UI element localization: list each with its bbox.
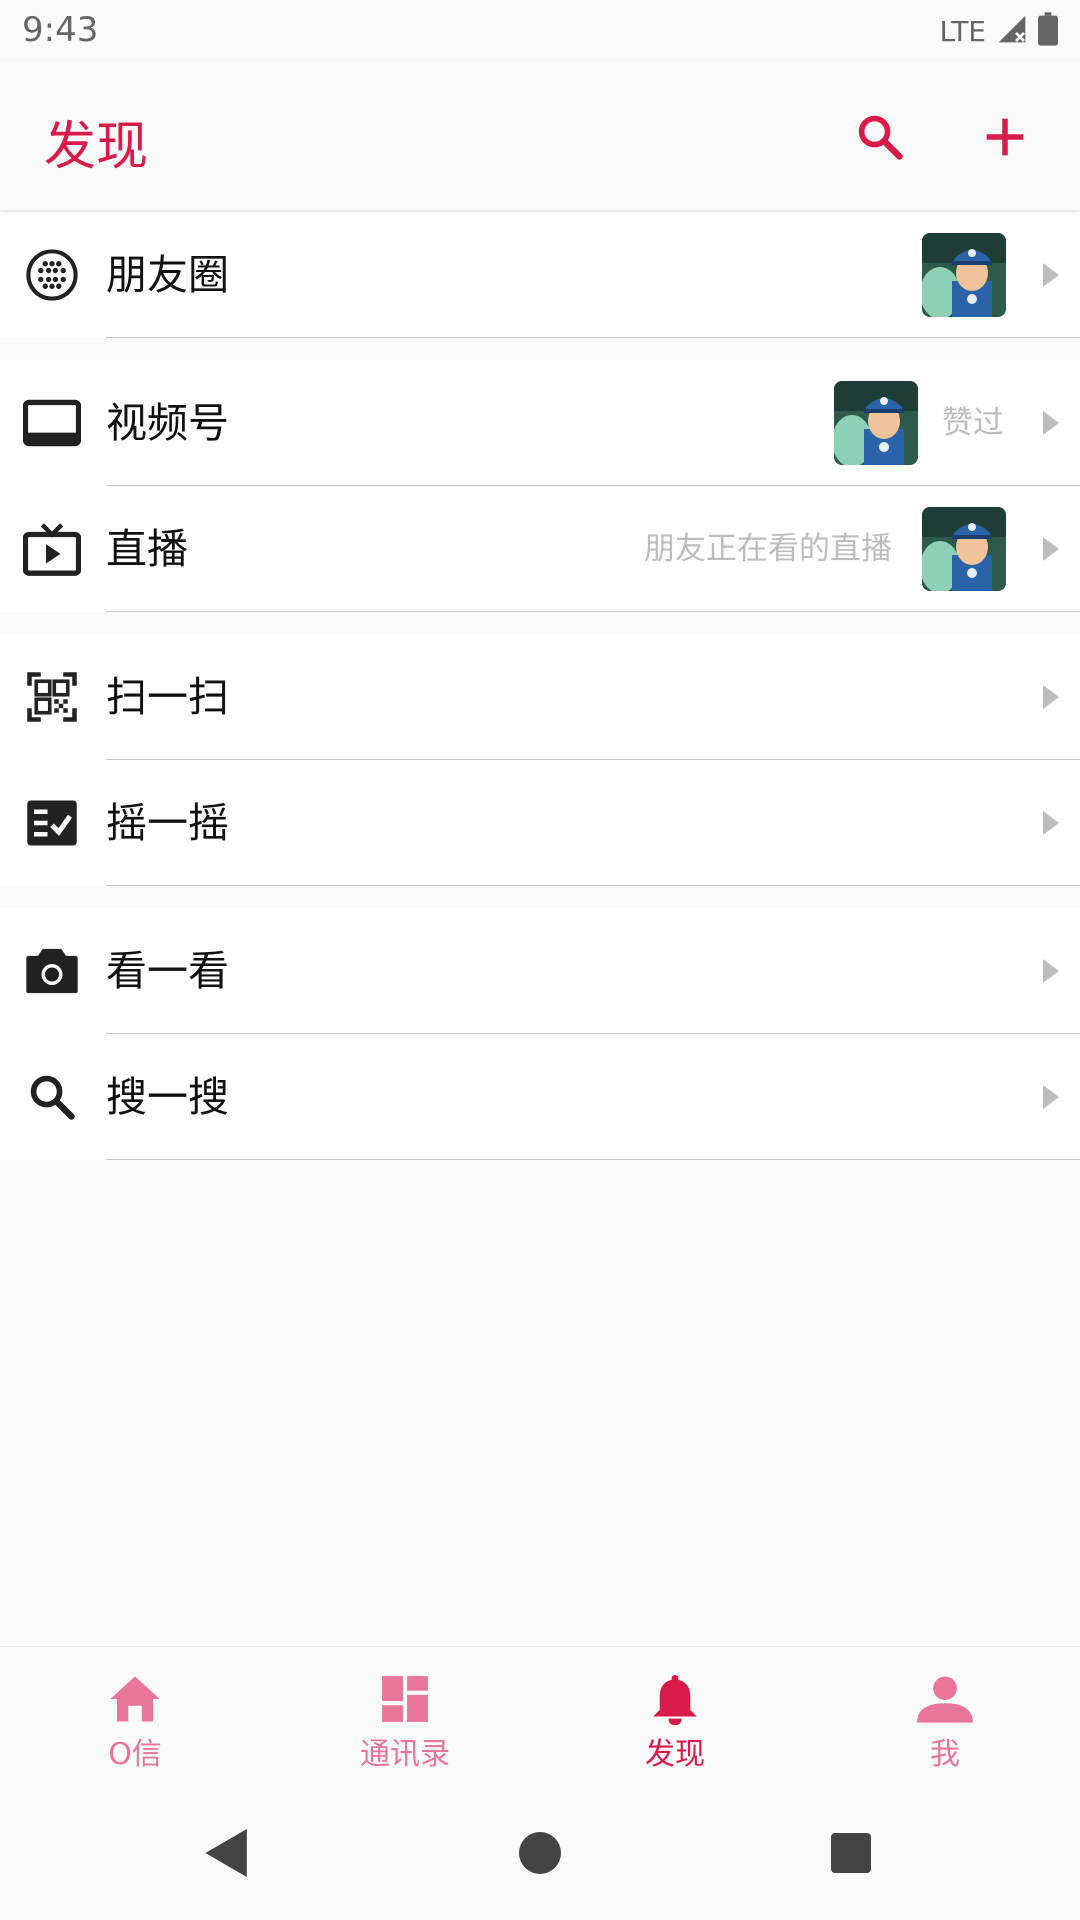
qr-scan-icon xyxy=(22,667,82,727)
list-item-label: 直播 xyxy=(106,525,188,573)
list-item-subtitle: 朋友正在看的直播 xyxy=(644,531,892,567)
chevron-right-icon xyxy=(1043,685,1059,709)
search-icon xyxy=(858,115,903,160)
avatar-thumbnail xyxy=(922,233,1006,317)
tab-label: 通讯录 xyxy=(360,1737,450,1772)
list-item-look[interactable]: 看一看 xyxy=(0,908,1080,1034)
avatar-thumbnail xyxy=(922,507,1006,591)
plus-icon xyxy=(986,118,1024,156)
section-gap xyxy=(0,886,1080,908)
home-icon xyxy=(105,1671,165,1727)
signal-icon xyxy=(996,13,1028,49)
chevron-right-icon xyxy=(1043,1085,1059,1109)
page-title: 发现 xyxy=(44,117,149,177)
chevron-right-icon xyxy=(1043,811,1059,835)
app-bar: 发现 xyxy=(0,62,1080,210)
list-item-label: 看一看 xyxy=(106,947,229,995)
chevron-right-icon xyxy=(1043,263,1059,287)
live-tv-icon xyxy=(22,519,82,579)
status-time: 9:43 xyxy=(22,10,99,50)
list-item-moments[interactable]: 朋友圈 xyxy=(0,212,1080,338)
list-item-subtitle: 赞过 xyxy=(942,405,1004,441)
list-item-live[interactable]: 直播 朋友正在看的直播 xyxy=(0,486,1080,612)
bell-icon xyxy=(645,1671,705,1727)
list-item-label: 摇一摇 xyxy=(106,799,229,847)
dashboard-icon xyxy=(375,1671,435,1727)
add-button[interactable] xyxy=(970,102,1040,172)
chevron-right-icon xyxy=(1043,959,1059,983)
tab-label: 发现 xyxy=(645,1737,705,1772)
tab-contacts[interactable]: 通讯录 xyxy=(305,1647,505,1783)
video-channel-icon xyxy=(22,393,82,453)
search-icon xyxy=(22,1067,82,1127)
tab-discover[interactable]: 发现 xyxy=(575,1647,775,1783)
back-triangle-icon xyxy=(205,1829,247,1877)
list-item-label: 视频号 xyxy=(106,399,229,447)
recents-square-icon xyxy=(831,1833,871,1873)
divider xyxy=(106,611,1080,612)
list-item-video-channel[interactable]: 视频号 赞过 xyxy=(0,360,1080,486)
network-type: LTE xyxy=(939,14,986,48)
list-item-label: 朋友圈 xyxy=(106,251,229,299)
recents-button[interactable] xyxy=(826,1828,876,1878)
battery-icon xyxy=(1038,12,1058,50)
discover-list: 朋友圈 视频号 赞过 直播 朋友正在看的直播 扫一扫 摇一摇 看一看 搜一搜 xyxy=(0,212,1080,1160)
tab-label: O信 xyxy=(108,1737,162,1772)
status-bar: 9:43 LTE xyxy=(0,0,1080,62)
person-icon xyxy=(915,1671,975,1727)
divider xyxy=(106,337,1080,338)
chevron-right-icon xyxy=(1043,411,1059,435)
tab-messages[interactable]: O信 xyxy=(35,1647,235,1783)
tab-label: 我 xyxy=(930,1737,960,1772)
avatar-thumbnail xyxy=(834,381,918,465)
list-item-search[interactable]: 搜一搜 xyxy=(0,1034,1080,1160)
list-item-shake[interactable]: 摇一摇 xyxy=(0,760,1080,886)
back-button[interactable] xyxy=(200,1828,250,1878)
tab-me[interactable]: 我 xyxy=(845,1647,1045,1783)
list-item-scan[interactable]: 扫一扫 xyxy=(0,634,1080,760)
home-button[interactable] xyxy=(515,1828,565,1878)
camera-icon xyxy=(22,941,82,1001)
list-item-label: 扫一扫 xyxy=(106,673,229,721)
section-gap xyxy=(0,612,1080,634)
bottom-navigation: O信 通讯录 发现 我 xyxy=(0,1646,1080,1783)
status-icons: LTE xyxy=(939,12,1058,50)
list-item-label: 搜一搜 xyxy=(106,1073,229,1121)
chevron-right-icon xyxy=(1043,537,1059,561)
divider xyxy=(106,1159,1080,1160)
divider xyxy=(106,885,1080,886)
home-circle-icon xyxy=(519,1832,561,1874)
checklist-icon xyxy=(22,793,82,853)
section-gap xyxy=(0,338,1080,360)
moments-icon xyxy=(22,245,82,305)
search-button[interactable] xyxy=(845,102,915,172)
system-navigation-bar xyxy=(0,1782,1080,1920)
